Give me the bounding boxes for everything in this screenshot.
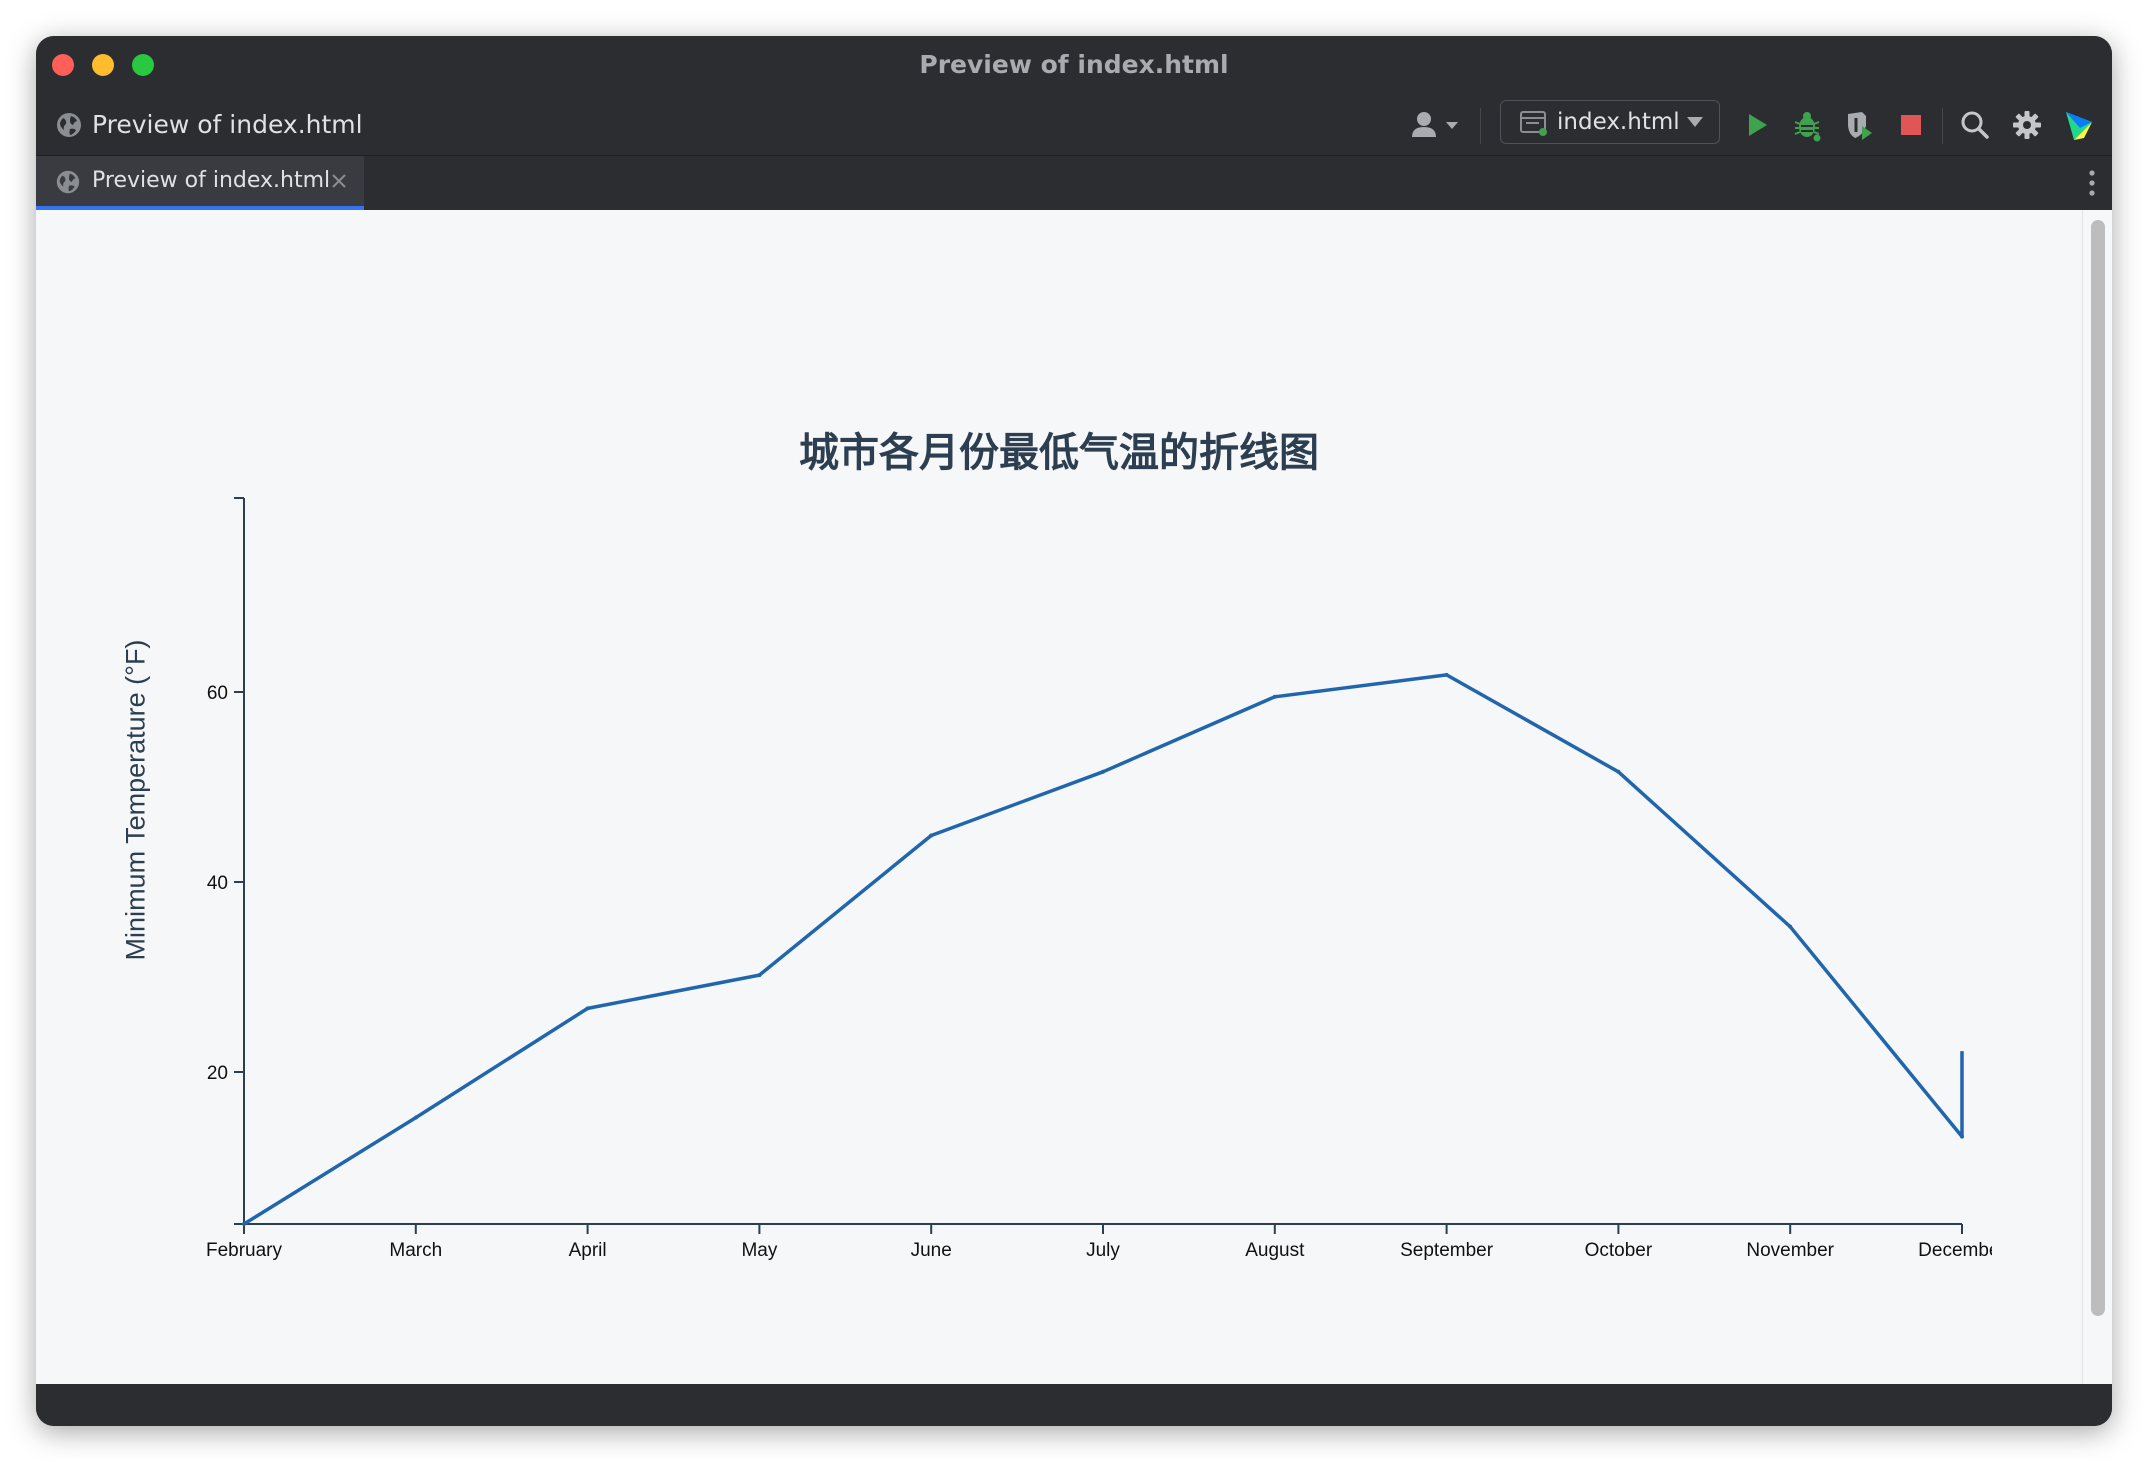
data-point <box>1616 769 1621 774</box>
run-config-label: index.html <box>1557 109 1680 135</box>
data-point <box>1960 1134 1964 1139</box>
toolbar-separator <box>1480 108 1481 144</box>
y-tick-label: 60 <box>207 683 228 704</box>
globe-icon <box>56 170 80 194</box>
data-point <box>1272 694 1277 699</box>
more-options-icon[interactable] <box>2086 168 2098 198</box>
x-tick-label: April <box>569 1240 607 1261</box>
data-point <box>1101 769 1105 774</box>
x-tick-label: August <box>1245 1240 1305 1261</box>
y-tick-label: 20 <box>207 1063 228 1084</box>
html-file-icon <box>1520 111 1547 136</box>
x-tick-label: September <box>1400 1240 1494 1261</box>
series-line <box>243 673 1964 1226</box>
jetbrains-logo-icon[interactable] <box>2062 108 2096 142</box>
close-icon[interactable] <box>329 171 349 191</box>
search-icon[interactable] <box>1958 108 1992 142</box>
x-tick-label: July <box>1086 1240 1120 1261</box>
window-title: Preview of index.html <box>919 50 1229 79</box>
data-point <box>757 973 762 978</box>
data-point <box>242 1222 246 1226</box>
toolbar-title: Preview of index.html <box>92 110 363 139</box>
run-config-selector[interactable]: index.html <box>1500 100 1720 144</box>
toolbar-separator <box>1942 108 1943 144</box>
coverage-icon[interactable] <box>1842 108 1876 142</box>
preview-content: 城市各月份最低气温的折线图 Minimum Temperature (°F) 2… <box>36 210 2112 1384</box>
title-bar: Preview of index.html <box>36 36 2112 92</box>
debug-icon[interactable] <box>1790 108 1824 142</box>
x-tick-label: February <box>206 1240 283 1261</box>
data-point <box>929 833 934 838</box>
vertical-scrollbar[interactable] <box>2082 210 2112 1384</box>
x-tick-label: May <box>741 1240 777 1261</box>
gear-icon[interactable] <box>2010 108 2044 142</box>
editor-tab-bar: Preview of index.html <box>36 156 2112 210</box>
run-icon[interactable] <box>1740 108 1774 142</box>
scrollbar-thumb[interactable] <box>2091 220 2105 1316</box>
user-icon[interactable] <box>1410 110 1464 140</box>
y-tick-label: 40 <box>207 873 228 894</box>
data-point <box>585 1006 590 1011</box>
data-point <box>1788 924 1793 929</box>
data-point <box>413 1115 418 1120</box>
x-tick-label: November <box>1746 1240 1834 1261</box>
status-bar <box>36 1384 2112 1426</box>
x-tick-label: March <box>389 1240 442 1261</box>
line-chart: 20 40 60 February March April May June July Augus… <box>206 497 2006 1261</box>
stop-icon[interactable] <box>1894 108 1928 142</box>
x-tick-label: December <box>1918 1240 2006 1261</box>
tab-label: Preview of index.html <box>92 168 331 193</box>
toolbar: Preview of index.html index.html <box>36 92 2112 156</box>
data-point <box>1444 672 1449 677</box>
x-tick-label: June <box>911 1240 952 1261</box>
x-tick-label: October <box>1585 1240 1653 1261</box>
tab-preview[interactable]: Preview of index.html <box>36 156 364 210</box>
app-window: Preview of index.html Preview of index.h… <box>36 36 2112 1426</box>
globe-icon <box>57 113 81 137</box>
chevron-down-icon <box>1687 117 1703 127</box>
